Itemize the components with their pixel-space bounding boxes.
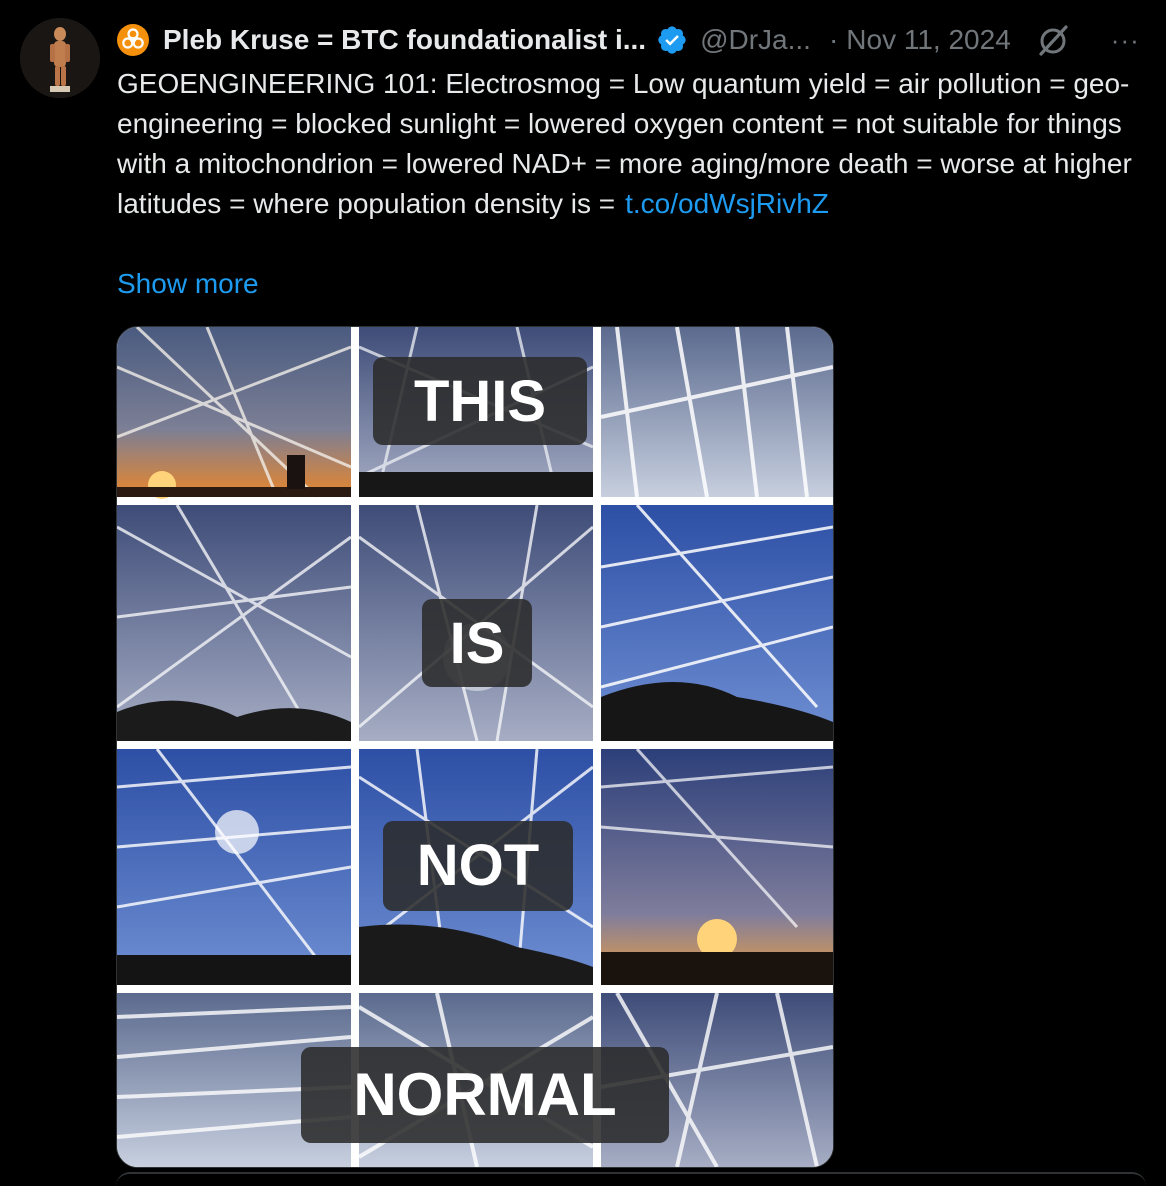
collage-word-2: IS <box>450 611 505 676</box>
statue-avatar-image <box>20 18 100 98</box>
more-options-icon[interactable]: ··· <box>1111 25 1140 56</box>
author-avatar[interactable] <box>20 18 100 98</box>
tweet-header: Pleb Kruse = BTC foundationalist i... @D… <box>117 20 1166 60</box>
collage-word-this: THIS <box>373 357 587 445</box>
verified-badge-icon[interactable] <box>656 24 688 56</box>
collage-word-3: NOT <box>417 833 539 898</box>
collage-word-4: NORMAL <box>353 1061 616 1128</box>
tweet-media-image[interactable]: THIS IS NOT NORMAL <box>116 326 834 1168</box>
contrail-collage: THIS IS NOT NORMAL <box>117 327 833 1167</box>
date-separator: · <box>828 24 839 55</box>
next-card-edge <box>116 1172 1146 1186</box>
tweet-date[interactable]: Nov 11, 2024 <box>846 24 1011 56</box>
collage-word-is: IS <box>422 599 532 687</box>
collage-word-1: THIS <box>414 369 546 434</box>
author-display-name[interactable]: Pleb Kruse = BTC foundationalist i... <box>163 24 646 56</box>
grok-icon[interactable] <box>1035 22 1071 58</box>
tweet-body: GEOENGINEERING 101: Electrosmog = Low qu… <box>117 64 1157 224</box>
collage-word-normal: NORMAL <box>301 1047 669 1143</box>
biohazard-icon <box>117 24 149 56</box>
show-more-link[interactable]: Show more <box>117 264 259 304</box>
tweet-link[interactable]: t.co/odWsjRivhZ <box>625 188 829 219</box>
collage-word-not: NOT <box>383 821 573 911</box>
author-handle[interactable]: @DrJa... <box>700 24 811 56</box>
